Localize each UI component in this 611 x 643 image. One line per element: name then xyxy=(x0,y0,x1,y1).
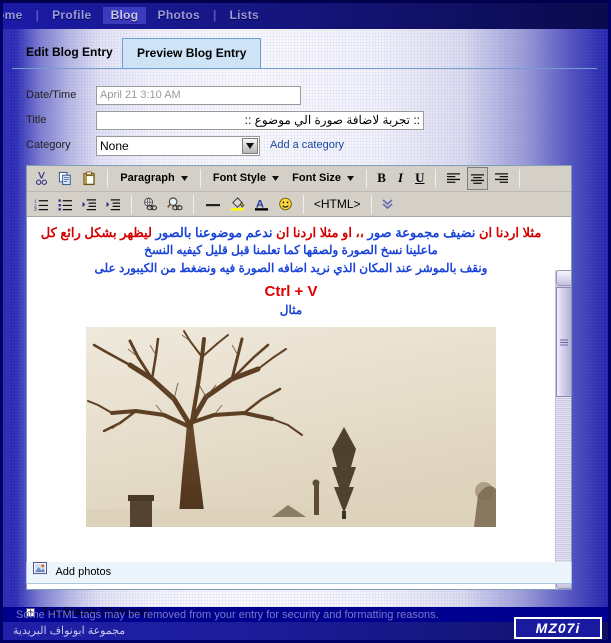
title-label: Title xyxy=(26,114,47,126)
picture-icon xyxy=(33,562,47,582)
toolbar-separator xyxy=(199,169,201,188)
editor-shortcut-text: Ctrl + V xyxy=(264,283,318,300)
text-segment: ليظهر بشكل رائع كل xyxy=(40,225,156,240)
editor-inserted-image[interactable] xyxy=(86,327,496,527)
html-tags-disclaimer: Some HTML tags may be removed from your … xyxy=(16,609,439,621)
logo-text: MZ07i xyxy=(535,620,581,636)
mz07i-watermark-logo: MZ07i xyxy=(514,617,602,639)
copy-icon[interactable] xyxy=(55,167,76,190)
nav-item-blog[interactable]: Blog xyxy=(102,7,147,24)
paragraph-menu[interactable]: Paragraph xyxy=(115,167,192,190)
datetime-input[interactable]: April 21 3:10 AM xyxy=(96,86,301,105)
editor-document[interactable]: مثلا اردنا ان نضيف مجموعة صور ،، او مثلا… xyxy=(27,218,555,589)
font-style-menu[interactable]: Font Style xyxy=(208,167,284,190)
scroll-up-button[interactable] xyxy=(556,270,571,286)
nav-separator: | xyxy=(35,8,39,22)
double-chevron-down-icon[interactable] xyxy=(379,193,396,216)
underline-button[interactable]: U xyxy=(412,167,427,190)
toolbar-separator xyxy=(370,195,372,214)
tab-bar: Edit Blog Entry Preview Blog Entry xyxy=(12,38,597,68)
svg-text:3: 3 xyxy=(34,207,37,211)
numbered-list-button[interactable]: 1 2 3 xyxy=(31,193,52,216)
editor-paragraph-1: مثلا اردنا ان نضيف مجموعة صور ،، او مثلا… xyxy=(35,224,547,241)
title-row: Title :: تجربة لاضافة صورة الي موضوع :: xyxy=(12,111,572,132)
rich-text-editor: Paragraph Font Style Font Size B I U 1 2… xyxy=(26,165,572,590)
html-source-button[interactable]: <HTML> xyxy=(311,193,364,216)
bold-button[interactable]: B xyxy=(374,167,389,190)
title-input[interactable]: :: تجربة لاضافة صورة الي موضوع :: xyxy=(96,111,424,130)
cut-icon[interactable] xyxy=(31,167,52,190)
add-photos-bar[interactable]: Add photos xyxy=(26,562,572,584)
toolbar-separator xyxy=(107,169,109,188)
add-photos-label: Add photos xyxy=(55,566,112,578)
editor-paragraph-2: ماعلينا نسخ الصورة ولصقها كما تعلمنا قبل… xyxy=(144,243,438,257)
align-center-button[interactable] xyxy=(466,167,488,190)
editor-content-area[interactable]: مثلا اردنا ان نضيف مجموعة صور ،، او مثلا… xyxy=(27,218,571,589)
site-navigation-bar: ome | Profile Blog Photos | Lists xyxy=(3,3,608,29)
nav-separator: | xyxy=(213,8,217,22)
font-size-menu[interactable]: Font Size xyxy=(287,167,359,190)
toolbar-separator xyxy=(434,169,436,188)
category-row: Category None Add a category xyxy=(12,136,572,157)
text-segment: نضيف مجموعة صور xyxy=(367,225,476,240)
datetime-row: Date/Time April 21 3:10 AM xyxy=(12,86,572,107)
text-segment: ،، او مثلا اردنا ان xyxy=(272,225,368,240)
horizontal-rule-icon[interactable] xyxy=(202,193,224,216)
browser-page: ome | Profile Blog Photos | Lists Edit B… xyxy=(0,0,611,643)
category-label: Category xyxy=(26,139,71,151)
tab-underline xyxy=(12,68,597,69)
toolbar-row-2: 1 2 3 A <HTML> xyxy=(27,191,571,216)
toolbar-separator xyxy=(366,169,368,188)
nav-item-lists[interactable]: Lists xyxy=(221,7,267,24)
chevron-down-icon[interactable] xyxy=(242,138,258,154)
toolbar-separator xyxy=(302,195,304,214)
italic-button[interactable]: I xyxy=(392,167,409,190)
insert-link-icon[interactable] xyxy=(139,193,161,216)
entry-fields: Date/Time April 21 3:10 AM Title :: تجرب… xyxy=(12,86,572,161)
toolbar-separator xyxy=(518,169,520,188)
chevron-down-icon xyxy=(347,167,355,189)
nav-item-photos[interactable]: Photos xyxy=(150,7,208,24)
toolbar-separator xyxy=(131,195,133,214)
highlight-color-icon[interactable] xyxy=(227,193,248,216)
tree-photo xyxy=(86,327,496,527)
editor-vertical-scrollbar[interactable] xyxy=(555,270,571,589)
toolbar-row-1: Paragraph Font Style Font Size B I U xyxy=(27,166,571,191)
chevron-down-icon xyxy=(272,167,280,189)
category-select[interactable]: None xyxy=(96,136,260,156)
font-color-icon[interactable]: A xyxy=(251,193,272,216)
category-select-value: None xyxy=(100,139,129,153)
editor-example-text: مثال xyxy=(279,303,303,317)
nav-item-profile[interactable]: Profile xyxy=(44,7,99,24)
blog-entry-form: Date/Time April 21 3:10 AM Title :: تجرب… xyxy=(12,68,597,643)
align-left-button[interactable] xyxy=(443,167,464,190)
emoticon-icon[interactable] xyxy=(275,193,296,216)
tab-preview-blog-entry[interactable]: Preview Blog Entry xyxy=(122,38,262,68)
footer-arabic-text: مجموعة ابونواف البريدية xyxy=(13,625,126,637)
footer-bar: مجموعة ابونواف البريدية MZ07i xyxy=(3,617,608,640)
outdent-button[interactable] xyxy=(79,193,100,216)
scrollbar-thumb[interactable] xyxy=(556,287,571,397)
nav-item-home[interactable]: ome xyxy=(3,7,31,24)
editor-toolbar: Paragraph Font Style Font Size B I U 1 2… xyxy=(27,166,571,217)
paste-icon[interactable] xyxy=(79,167,100,190)
tab-edit-blog-entry[interactable]: Edit Blog Entry xyxy=(12,38,127,68)
bulleted-list-button[interactable] xyxy=(55,193,76,216)
indent-button[interactable] xyxy=(103,193,124,216)
toolbar-separator xyxy=(193,195,195,214)
add-category-link[interactable]: Add a category xyxy=(270,139,344,151)
chevron-down-icon xyxy=(180,167,188,189)
text-segment: ندعم موضوعنا بالصور xyxy=(155,225,273,240)
datetime-label: Date/Time xyxy=(26,89,77,101)
text-segment: مثلا اردنا ان xyxy=(475,225,542,240)
nav-links: ome | Profile Blog Photos | Lists xyxy=(3,7,267,24)
find-link-icon[interactable] xyxy=(164,193,186,216)
editor-paragraph-3: ونقف بالموشر عند المكان الذي نريد اضافه … xyxy=(94,261,488,275)
align-right-button[interactable] xyxy=(491,167,512,190)
